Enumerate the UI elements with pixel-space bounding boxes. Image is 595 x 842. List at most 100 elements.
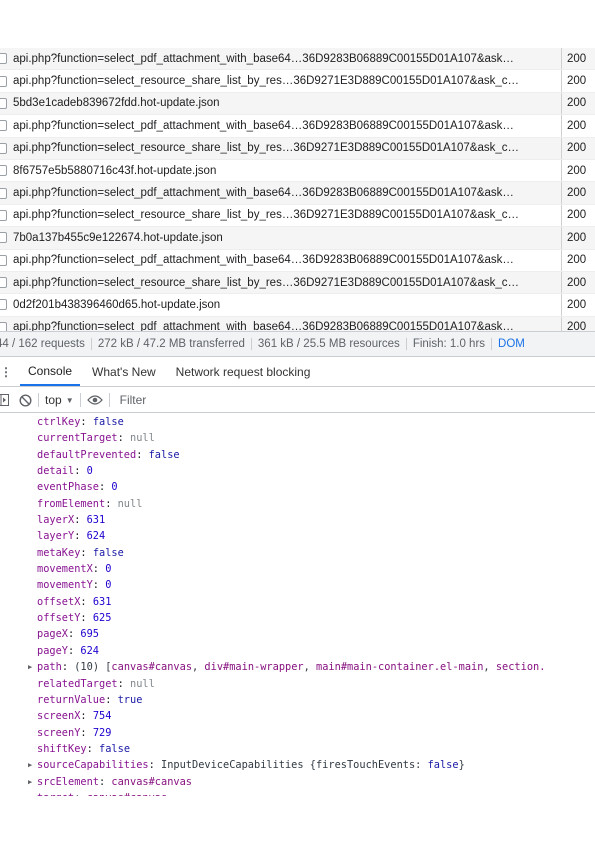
tab-console[interactable]: Console bbox=[20, 358, 81, 386]
property-key: relatedTarget bbox=[37, 677, 118, 690]
row-checkbox[interactable] bbox=[0, 165, 7, 177]
row-checkbox[interactable] bbox=[0, 53, 7, 65]
property-value: canvas#canvas bbox=[111, 775, 192, 788]
console-filter-input[interactable]: Filter bbox=[120, 393, 147, 407]
property-separator: : bbox=[61, 661, 75, 674]
expand-triangle-icon[interactable]: ▶ bbox=[28, 757, 32, 773]
property-key: layerY bbox=[37, 530, 75, 543]
console-property-line: eventPhase: 0 bbox=[0, 479, 595, 495]
property-key: offsetY bbox=[37, 612, 81, 625]
property-separator: : bbox=[105, 497, 118, 510]
toolbar-divider bbox=[79, 393, 81, 407]
console-property-line: pageY: 624 bbox=[0, 643, 595, 659]
network-request-row[interactable]: api.php?function=select_resource_share_l… bbox=[0, 204, 595, 228]
request-status: 200 bbox=[561, 48, 595, 70]
network-request-row[interactable]: 0d2f201b438396460d65.hot-update.json 200 bbox=[0, 294, 595, 317]
network-request-row[interactable]: api.php?function=select_pdf_attachment_w… bbox=[0, 115, 595, 138]
console-property-line[interactable]: ▶ path: (10) [canvas#canvas, div#main-wra… bbox=[0, 659, 595, 675]
console-property-line: returnValue: true bbox=[0, 692, 595, 708]
console-property-line: screenY: 729 bbox=[0, 725, 595, 741]
row-checkbox[interactable] bbox=[0, 277, 7, 289]
console-property-line[interactable]: ▶ sourceCapabilities: InputDeviceCapabili… bbox=[0, 757, 595, 773]
expand-triangle-icon[interactable]: ▶ bbox=[28, 774, 32, 790]
property-separator: : bbox=[74, 792, 86, 796]
toolbar-divider bbox=[38, 393, 39, 407]
network-request-row[interactable]: api.php?function=select_pdf_attachment_w… bbox=[0, 182, 595, 205]
network-request-row[interactable]: api.php?function=select_resource_share_l… bbox=[0, 271, 595, 295]
network-request-row[interactable]: api.php?function=select_pdf_attachment_w… bbox=[0, 48, 595, 71]
property-value: false bbox=[99, 742, 131, 755]
property-value: 625 bbox=[92, 612, 112, 625]
request-name: api.php?function=select_pdf_attachment_w… bbox=[13, 254, 514, 267]
console-output: ctrlKey: false currentTarget: null default… bbox=[0, 414, 595, 796]
kebab-icon[interactable]: ⋮ bbox=[0, 365, 12, 379]
console-property-line[interactable]: ▶ target: canvas#canvas bbox=[0, 790, 595, 796]
row-checkbox[interactable] bbox=[0, 232, 7, 244]
row-checkbox[interactable] bbox=[0, 120, 7, 132]
property-key: currentTarget bbox=[37, 432, 118, 445]
network-request-row[interactable]: api.php?function=select_resource_share_l… bbox=[0, 137, 595, 160]
console-property-line: movementX: 0 bbox=[0, 561, 595, 577]
property-value: false bbox=[148, 448, 180, 461]
property-key: screenX bbox=[37, 710, 81, 723]
property-value: InputDeviceCapabilities {firesTouchEvent… bbox=[161, 759, 465, 772]
network-request-row[interactable]: 5bd3e1cadeb839672fdd.hot-update.json 200 bbox=[0, 92, 595, 116]
row-checkbox[interactable] bbox=[0, 75, 7, 87]
property-key: layerX bbox=[37, 514, 75, 527]
request-name: 5bd3e1cadeb839672fdd.hot-update.json bbox=[13, 97, 220, 110]
row-checkbox[interactable] bbox=[0, 97, 7, 109]
network-request-row[interactable]: api.php?function=select_pdf_attachment_w… bbox=[0, 249, 595, 272]
property-key: srcElement bbox=[37, 775, 99, 788]
property-value: 0 bbox=[105, 563, 112, 576]
property-value: 695 bbox=[80, 628, 100, 641]
tab-network-request-blocking[interactable]: Network request blocking bbox=[168, 358, 319, 386]
network-request-row[interactable]: api.php?function=select_resource_share_l… bbox=[0, 70, 595, 93]
property-key: eventPhase bbox=[37, 481, 99, 494]
request-status: 200 bbox=[561, 271, 595, 294]
property-value: false bbox=[92, 416, 124, 428]
property-separator: : bbox=[99, 775, 112, 788]
property-separator: : bbox=[68, 628, 81, 641]
request-status: 200 bbox=[561, 182, 595, 204]
request-name: api.php?function=select_resource_share_l… bbox=[13, 142, 520, 155]
dom-content-loaded-link[interactable]: DOM bbox=[492, 338, 525, 350]
tab-whats-new[interactable]: What's New bbox=[84, 358, 164, 386]
console-property-line: layerY: 624 bbox=[0, 528, 595, 544]
request-count: 44 / 162 requests bbox=[0, 338, 92, 350]
property-value: 0 bbox=[105, 579, 112, 592]
console-toolbar: top ▼ Filter bbox=[0, 388, 595, 413]
property-separator: : bbox=[80, 612, 93, 625]
property-value: 624 bbox=[80, 644, 100, 657]
console-property-line: fromElement: null bbox=[0, 496, 595, 512]
sidebar-toggle-icon[interactable] bbox=[0, 388, 9, 412]
request-name: api.php?function=select_resource_share_l… bbox=[13, 75, 520, 88]
network-request-row[interactable]: 7b0a137b455c9e122674.hot-update.json 200 bbox=[0, 227, 595, 250]
property-separator: : bbox=[80, 546, 93, 559]
property-separator: : bbox=[92, 563, 106, 576]
property-key: movementX bbox=[37, 563, 93, 576]
console-property-line: detail: 0 bbox=[0, 463, 595, 479]
eye-icon[interactable] bbox=[86, 388, 103, 412]
row-checkbox[interactable] bbox=[0, 299, 7, 311]
property-separator: : bbox=[148, 759, 161, 772]
row-checkbox[interactable] bbox=[0, 142, 7, 154]
expand-triangle-icon[interactable]: ▶ bbox=[28, 790, 32, 796]
property-separator: : bbox=[74, 465, 87, 478]
property-separator: : bbox=[80, 595, 93, 608]
row-checkbox[interactable] bbox=[0, 187, 7, 199]
request-name: api.php?function=select_pdf_attachment_w… bbox=[13, 52, 514, 65]
console-property-line[interactable]: ▶ srcElement: canvas#canvas bbox=[0, 774, 595, 790]
console-property-line: relatedTarget: null bbox=[0, 676, 595, 692]
property-separator: : bbox=[92, 579, 106, 592]
row-checkbox[interactable] bbox=[0, 209, 7, 221]
toolbar-divider bbox=[108, 393, 110, 407]
property-key: metaKey bbox=[37, 546, 81, 559]
console-property-line: offsetX: 631 bbox=[0, 594, 595, 610]
row-checkbox[interactable] bbox=[0, 254, 7, 266]
clear-console-icon[interactable] bbox=[19, 388, 32, 412]
network-request-row[interactable]: 8f6757e5b5880716c43f.hot-update.json 200 bbox=[0, 159, 595, 183]
expand-triangle-icon[interactable]: ▶ bbox=[28, 659, 32, 675]
property-value: 624 bbox=[86, 530, 106, 543]
property-key: target bbox=[37, 792, 74, 796]
context-selector[interactable]: top ▼ bbox=[45, 393, 74, 407]
